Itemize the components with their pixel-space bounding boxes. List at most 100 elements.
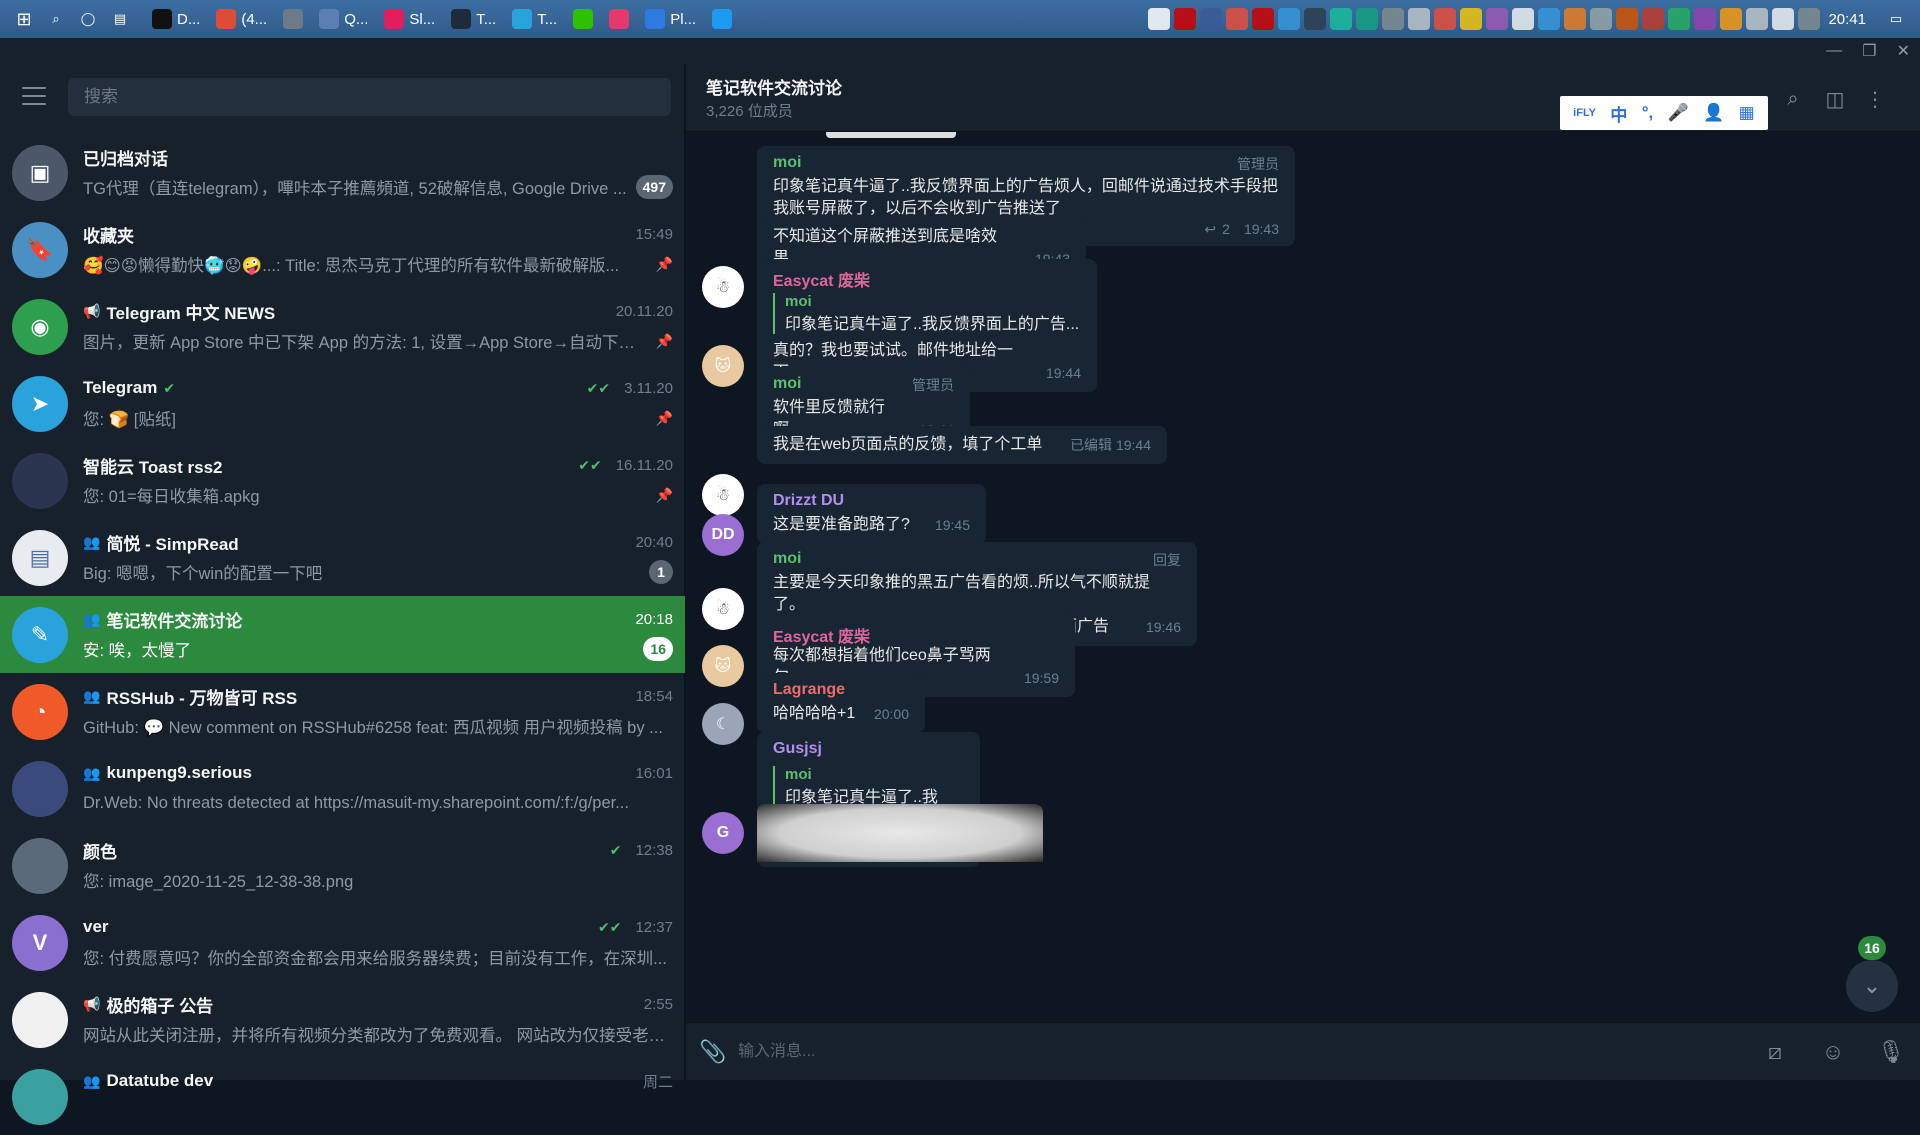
ime-toolbar[interactable]: iFLY 中 °, 🎤 👤 ▦ [1560, 96, 1768, 130]
sender-avatar[interactable]: ☃ [702, 474, 744, 516]
search-icon[interactable]: ⌕ [1780, 86, 1806, 112]
message-bubble[interactable]: Drizzt DU 这是要准备跑路了? 19:45 [757, 484, 986, 544]
tray-app-icon[interactable] [1486, 8, 1509, 30]
chat-item[interactable]: ◔ 👥 RSSHub - 万物皆可 RSS 18:54 GitHub: 💬 New co… [0, 673, 685, 750]
message-input[interactable] [738, 1031, 1760, 1072]
chat-item[interactable]: ➤ Telegram ✔ ✔✔ 3.11.20 您: 🍞 [贴纸] 📌 [0, 365, 685, 442]
tray-app-icon[interactable] [1694, 8, 1717, 30]
ime-button[interactable]: 👤 [1703, 103, 1724, 123]
emoji-icon[interactable]: ☺ [1818, 1039, 1848, 1065]
chat-item[interactable]: 🔖 收藏夹 15:49 🥰😊😡懒得勤快🥶😟🤪...: Title: 思杰马克丁代理的所… [0, 211, 685, 288]
more-vertical-icon[interactable]: ⋮ [1862, 86, 1888, 112]
taskbar-app[interactable]: Pl... [639, 4, 702, 34]
taskbar-app[interactable]: T... [506, 4, 563, 34]
sender-avatar[interactable]: ☾ [702, 703, 744, 745]
sender-name[interactable]: Easycat 废柴 [773, 623, 870, 646]
tray-app-icon[interactable] [1278, 8, 1301, 30]
taskbar-app[interactable] [567, 4, 599, 34]
tray-app-icon[interactable] [1512, 8, 1535, 30]
search-icon[interactable]: ⌕ [45, 8, 67, 30]
sender-name[interactable]: Drizzt DU [773, 492, 844, 514]
chat-item[interactable]: 👥 Datatube dev 周二 [0, 1058, 685, 1135]
tray-app-icon[interactable] [1382, 8, 1405, 30]
tray-app-icon[interactable] [1616, 8, 1639, 30]
sender-name[interactable]: moi [773, 375, 801, 397]
sender-avatar[interactable]: ☃ [702, 588, 744, 630]
chat-item[interactable]: ▤ 👥 简悦 - SimpRead 20:40 Big: 嗯嗯，下个win的配置一下吧 1 [0, 519, 685, 596]
attach-icon[interactable]: 📎 [698, 1039, 728, 1065]
tray-app-icon[interactable] [1798, 8, 1821, 30]
taskbar-app[interactable] [277, 4, 309, 34]
tray-app-icon[interactable] [1330, 8, 1353, 30]
sender-avatar[interactable]: ☃ [702, 266, 744, 308]
taskbar-app[interactable]: T... [445, 4, 502, 34]
hamburger-menu-icon[interactable] [20, 84, 48, 108]
tray-app-icon[interactable] [1746, 8, 1769, 30]
tray-app-icon[interactable] [1252, 8, 1275, 30]
tray-app-icon[interactable] [1356, 8, 1379, 30]
tray-app-icon[interactable] [1538, 8, 1561, 30]
microphone-icon[interactable]: 🎙 [1876, 1039, 1906, 1065]
task-view-icon[interactable]: ▤ [109, 8, 131, 30]
message-bubble[interactable]: Lagrange 哈哈哈哈+1 20:00 [757, 673, 925, 733]
chat-item[interactable]: ◉ 📢 Telegram 中文 NEWS 20.11.20 图片，更新 App Stor… [0, 288, 685, 365]
reply-count[interactable]: 2 [1222, 221, 1230, 237]
close-icon[interactable]: ✕ [1897, 41, 1910, 61]
ime-button[interactable]: °, [1642, 103, 1654, 123]
chat-item[interactable]: 👥 kunpeng9.serious 16:01 Dr.Web: No threats… [0, 750, 685, 827]
chat-item[interactable]: ▣ 已归档对话 TG代理（直连telegram），嗶咔本子推薦頻道, 52破解信息,… [0, 134, 685, 211]
chat-item[interactable]: 📢 极的箱子 公告 2:55 网站从此关闭注册，并将所有视频分类都改为了免费观看。 网… [0, 981, 685, 1058]
action-center-icon[interactable]: ▭ [1885, 8, 1907, 30]
tray-app-icon[interactable] [1408, 8, 1431, 30]
reply-quote[interactable]: moi 印象笔记真牛逼了..我反馈界面上的广告... [773, 293, 1081, 334]
sender-name[interactable]: Gusjsj [773, 740, 822, 762]
tray-app-icon[interactable] [1720, 8, 1743, 30]
taskbar-app[interactable] [706, 4, 738, 34]
windows-start-icon[interactable]: ⊞ [13, 8, 35, 30]
sender-avatar[interactable]: G [702, 812, 744, 854]
scroll-down-button[interactable]: ⌄ [1846, 960, 1898, 1012]
commands-icon[interactable]: ⧄ [1760, 1039, 1790, 1065]
tray-app-icon[interactable] [1460, 8, 1483, 30]
tray-app-icon[interactable] [1564, 8, 1587, 30]
taskbar-app[interactable]: Sl... [378, 4, 441, 34]
ime-button[interactable]: iFLY [1573, 107, 1596, 119]
tray-app-icon[interactable] [1174, 8, 1197, 30]
chat-item[interactable]: 颜色 ✔ 12:38 您: image_2020-11-25_12-38-38.png [0, 827, 685, 904]
tray-app-icon[interactable] [1668, 8, 1691, 30]
sender-avatar[interactable]: DD [702, 514, 744, 556]
ime-button[interactable]: ▦ [1739, 103, 1755, 123]
chat-item[interactable]: 智能云 Toast rss2 ✔✔ 16.11.20 您: 01=每日收集箱.apkg… [0, 442, 685, 519]
sidebar-toggle-icon[interactable]: ◫ [1822, 86, 1848, 112]
tray-app-icon[interactable] [1434, 8, 1457, 30]
sender-name[interactable]: moi [773, 154, 801, 176]
tray-app-icon[interactable] [1200, 8, 1223, 30]
cortana-icon[interactable]: ◯ [77, 8, 99, 30]
ime-button[interactable]: 中 [1610, 101, 1627, 126]
tray-app-icon[interactable] [1590, 8, 1613, 30]
taskbar-app[interactable]: Q... [313, 4, 374, 34]
sender-name[interactable]: Easycat 废柴 [773, 267, 870, 290]
maximize-icon[interactable]: ❐ [1862, 41, 1876, 61]
chat-header[interactable]: 笔记软件交流讨论 3,226 位成员 iFLY 中 °, 🎤 👤 ▦ ⌕ ◫ ⋮ [686, 64, 1920, 132]
taskbar-app[interactable] [603, 4, 635, 34]
system-clock[interactable]: 20:41 [1828, 11, 1866, 28]
tray-app-icon[interactable] [1642, 8, 1665, 30]
taskbar-app[interactable]: D... [146, 4, 206, 34]
tray-app-icon[interactable] [1772, 8, 1795, 30]
sender-avatar[interactable]: 🐱 [702, 345, 744, 387]
sender-name[interactable]: moi [773, 550, 801, 572]
minimize-icon[interactable]: — [1826, 42, 1842, 60]
sender-name[interactable]: Lagrange [773, 681, 845, 703]
image-message[interactable] [757, 804, 1043, 862]
message-bubble[interactable]: 我是在web页面点的反馈，填了个工单 已编辑 19:44 [757, 426, 1167, 464]
tray-app-icon[interactable] [1148, 8, 1171, 30]
search-input[interactable] [68, 78, 671, 116]
sender-avatar[interactable]: 🐱 [702, 645, 744, 687]
tray-app-icon[interactable] [1226, 8, 1249, 30]
chat-item[interactable]: ✎ 👥 笔记软件交流讨论 20:18 安: 唉，太慢了 16 [0, 596, 685, 673]
taskbar-app[interactable]: (4... [210, 4, 273, 34]
chat-item[interactable]: Vver ✔✔ 12:37 您: 付费愿意吗？你的全部资金都会用来给服务器续费；目前没… [0, 904, 685, 981]
ime-button[interactable]: 🎤 [1668, 103, 1689, 123]
tray-app-icon[interactable] [1304, 8, 1327, 30]
